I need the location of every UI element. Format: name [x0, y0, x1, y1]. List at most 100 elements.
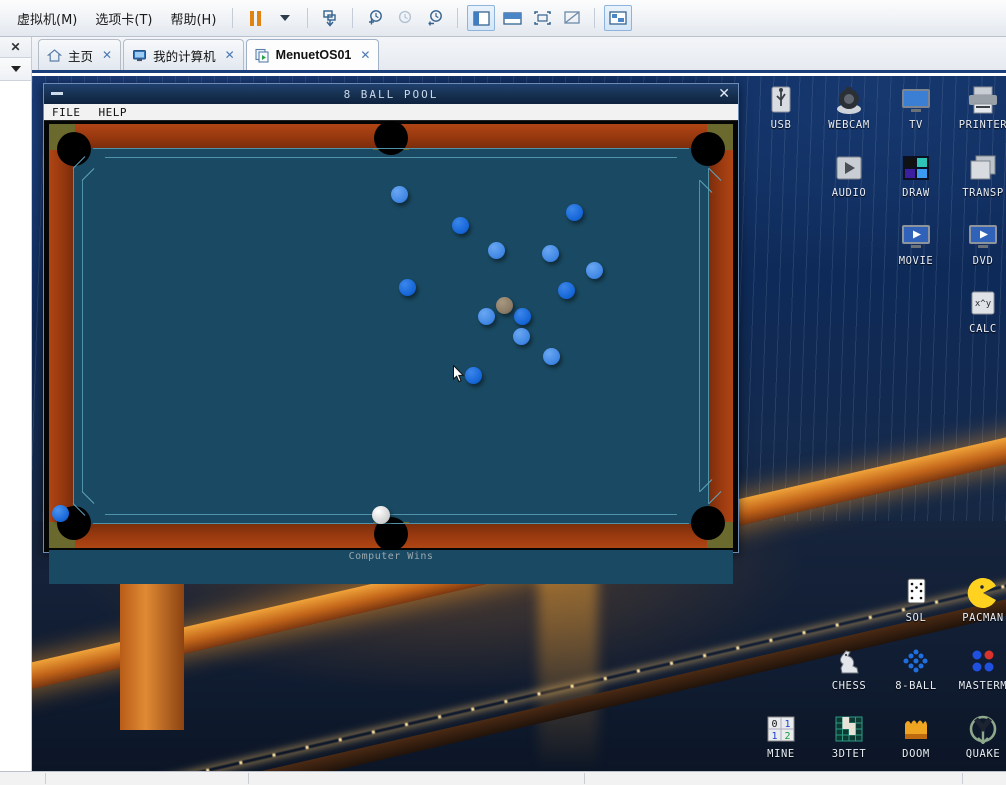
host-sidebar: ✕ [0, 37, 32, 785]
desktop-icon-label: 8-BALL [895, 680, 937, 692]
desktop-icon-movie[interactable]: MOVIE [883, 220, 949, 267]
snapshot-add-icon[interactable] [362, 6, 388, 30]
desktop-icon-webcam[interactable]: WEBCAM [816, 84, 882, 131]
tab-home[interactable]: 主页 ✕ [38, 39, 122, 70]
cushion-line-top [93, 148, 689, 149]
pool-ball [488, 242, 505, 259]
desktop-icon-label: DVD [972, 255, 994, 267]
svg-text:1: 1 [784, 719, 790, 730]
close-icon[interactable]: ✕ [718, 86, 730, 102]
pool-ball [478, 308, 495, 325]
menu-help[interactable]: 帮助(H) [161, 6, 225, 31]
sidebar-close-button[interactable]: ✕ [0, 37, 31, 58]
desktop-icon-8-ball[interactable]: 8-BALL [883, 645, 949, 692]
cushion-line-right [708, 168, 709, 504]
desktop-icon-quake[interactable]: QUAKE [950, 713, 1006, 760]
pool-ball [465, 367, 482, 384]
pool-ball [514, 308, 531, 325]
snapshot-revert-icon [392, 6, 418, 30]
tab-menuetos01[interactable]: MenuetOS01 ✕ [245, 39, 380, 70]
desktop-icon-pacman[interactable]: PACMAN [950, 577, 1006, 624]
desktop-icon-label: DOOM [902, 748, 930, 760]
tab-strip: 主页 ✕ 我的计算机 ✕ MenuetOS01 ✕ [32, 37, 1006, 73]
cushion-line-left [73, 168, 74, 504]
svg-text:0: 0 [771, 719, 777, 730]
pocket-top-right [691, 132, 725, 166]
tetris3d-icon [832, 713, 866, 745]
close-icon: ✕ [10, 40, 21, 54]
desktop-icon-mine[interactable]: 0 1 1 2 MINE [748, 713, 814, 760]
desktop-icon-label: MOVIE [898, 255, 934, 267]
desktop-icon-sol[interactable]: SOL [883, 577, 949, 624]
desktop-icon-calc[interactable]: x^y CALC [950, 288, 1006, 335]
menu-tabs[interactable]: 选项卡(T) [86, 6, 161, 31]
pool-table[interactable] [49, 121, 733, 551]
host-status-bar [0, 771, 1006, 785]
console-view-icon[interactable] [604, 5, 633, 31]
movie-icon [899, 220, 933, 252]
pool-ball [543, 348, 560, 365]
desktop-icon-label: DRAW [902, 187, 930, 199]
pool-ball [391, 186, 408, 203]
menu-virtual-machine[interactable]: 虚拟机(M) [8, 6, 86, 31]
pause-icon[interactable] [242, 6, 268, 30]
table-rail-right [709, 150, 733, 522]
mastermind-icon [966, 645, 1000, 677]
app-title: 8 BALL POOL [343, 87, 439, 101]
desktop-icon-3dtet[interactable]: 3DTET [816, 713, 882, 760]
show-library-icon[interactable] [467, 5, 496, 31]
minimize-icon[interactable] [51, 92, 63, 95]
desktop-icon-chess[interactable]: CHESS [816, 645, 882, 692]
cushion-line-bottom [93, 523, 689, 524]
tab-close-icon[interactable]: ✕ [360, 48, 370, 62]
desktop-icon-label: CALC [969, 323, 997, 335]
app-body: Computer Wins [44, 121, 738, 584]
desktop-icon-audio[interactable]: AUDIO [816, 152, 882, 199]
snapshot-take-icon[interactable] [317, 6, 343, 30]
app-menu-file[interactable]: FILE [52, 106, 81, 119]
app-menu-bar: FILE HELP [44, 104, 738, 121]
desktop-icon-doom[interactable]: DOOM [883, 713, 949, 760]
cushion-line-top-inner [105, 157, 677, 158]
desktop-icon-label: PACMAN [962, 612, 1004, 624]
desktop-icon-label: TV [909, 119, 923, 131]
pocket-top-middle [374, 121, 408, 155]
tab-close-icon[interactable]: ✕ [225, 48, 235, 62]
guest-desktop[interactable]: USB WEBCAM TV PRINTER AUDIO DRAW TRANSP MOVIE DV… [32, 76, 1006, 772]
eightball-icon [899, 645, 933, 677]
desktop-icon-dvd[interactable]: DVD [950, 220, 1006, 267]
desktop-icon-printer[interactable]: PRINTER [950, 84, 1006, 131]
desktop-icon-label: MASTERM [958, 680, 1006, 692]
tab-my-computer[interactable]: 我的计算机 ✕ [123, 39, 244, 70]
fullscreen-icon[interactable] [529, 6, 555, 30]
toolbar-divider [594, 8, 596, 28]
cushion-line-right-inner [699, 180, 700, 492]
cue-ball[interactable] [372, 506, 390, 524]
pool-ball [586, 262, 603, 279]
sidebar-dropdown-button[interactable] [0, 58, 31, 81]
desktop-icon-tv[interactable]: TV [883, 84, 949, 131]
svg-text:1: 1 [771, 731, 777, 742]
status-strip: Computer Wins [49, 550, 733, 584]
draw-icon [899, 152, 933, 184]
app-title-bar[interactable]: 8 BALL POOL ✕ [44, 84, 738, 104]
tab-close-icon[interactable]: ✕ [102, 48, 112, 62]
app-menu-help[interactable]: HELP [99, 106, 128, 119]
table-felt [49, 124, 733, 548]
desktop-icon-label: QUAKE [965, 748, 1001, 760]
snapshot-manager-icon[interactable] [422, 6, 448, 30]
host-toolbar: 虚拟机(M) 选项卡(T) 帮助(H) [0, 0, 1006, 37]
pacman-icon [966, 577, 1000, 609]
desktop-icon-draw[interactable]: DRAW [883, 152, 949, 199]
desktop-icon-label: SOL [905, 612, 927, 624]
show-thumbnail-bar-icon[interactable] [499, 6, 525, 30]
pool-ball [496, 297, 513, 314]
desktop-icon-label: PRINTER [958, 119, 1006, 131]
desktop-icon-masterm[interactable]: MASTERM [950, 645, 1006, 692]
pool-app-window[interactable]: 8 BALL POOL ✕ FILE HELP Computer Wins [43, 83, 739, 584]
desktop-icon-transp[interactable]: TRANSP [950, 152, 1006, 199]
desktop-icon-usb[interactable]: USB [748, 84, 814, 131]
unity-mode-icon[interactable] [559, 6, 585, 30]
dropdown-caret-icon[interactable] [272, 6, 298, 30]
chess-icon [832, 645, 866, 677]
